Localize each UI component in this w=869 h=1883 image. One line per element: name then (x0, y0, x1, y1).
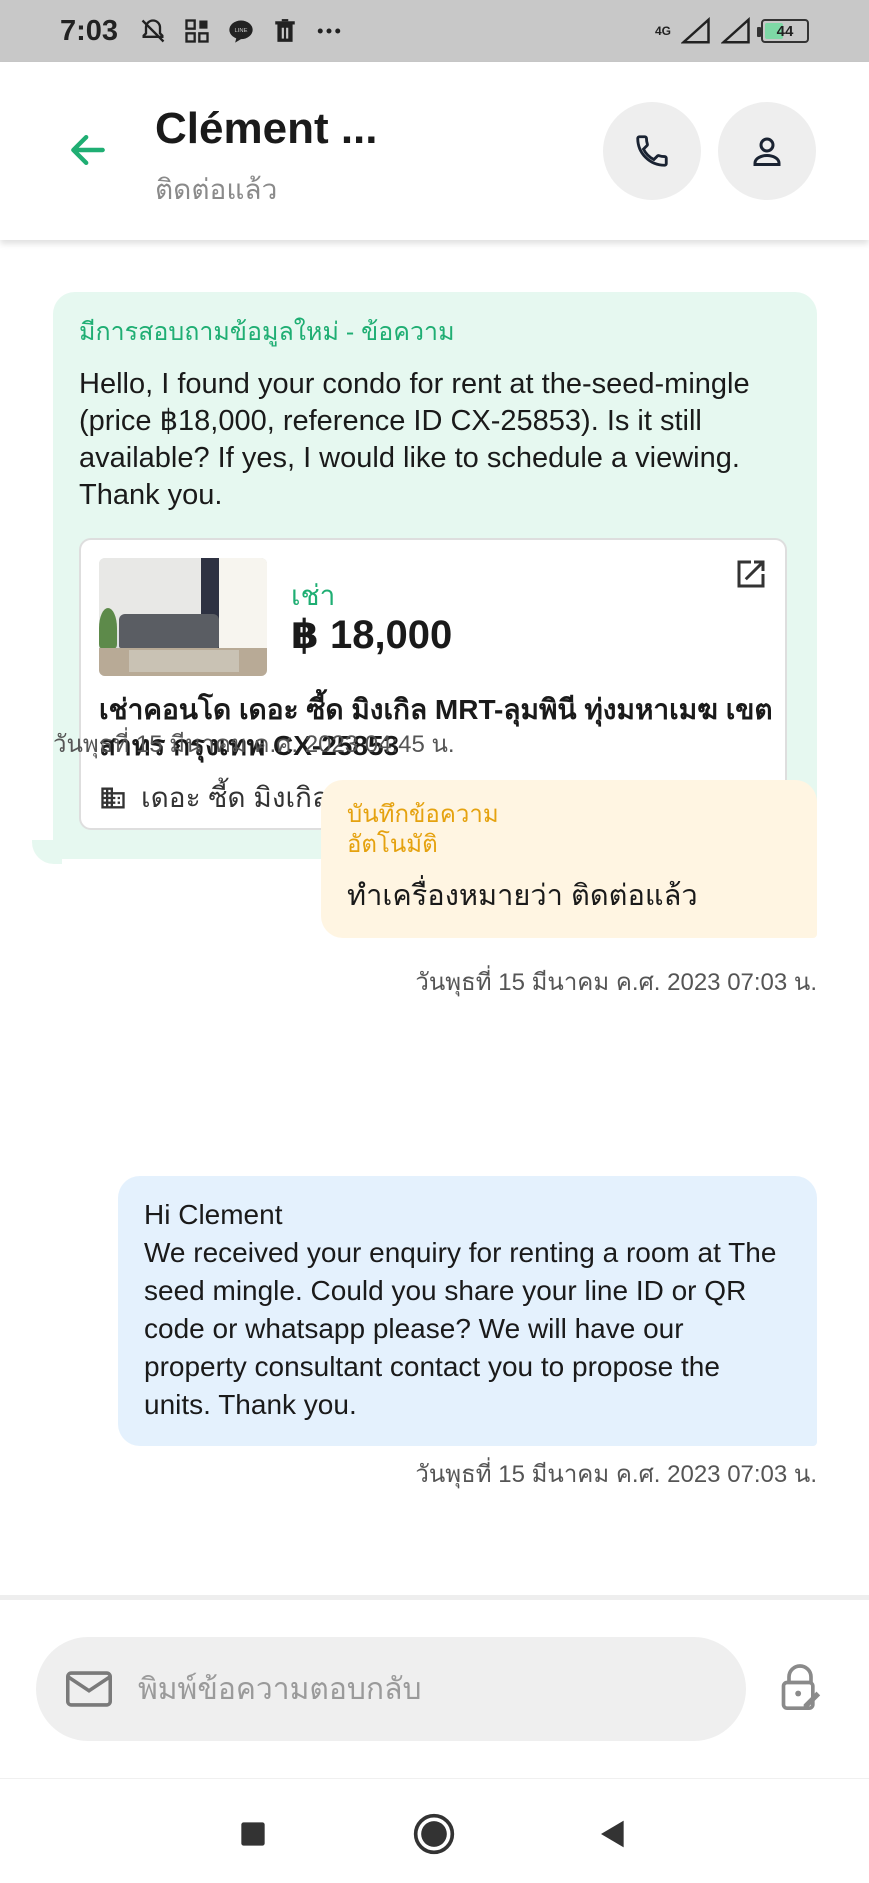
network-label: 4G (655, 24, 672, 38)
building-icon (101, 787, 125, 809)
status-bar: 7:03 LINE 4G 44 (0, 0, 869, 62)
listing-building-name: เดอะ ซี้ด มิงเกิล (141, 782, 330, 813)
reply-message: Hi Clement We received your enquiry for … (118, 1176, 817, 1446)
external-link-icon (737, 560, 765, 588)
circle-icon (413, 1813, 455, 1855)
battery-level: 44 (776, 22, 794, 40)
open-listing-button[interactable] (731, 554, 771, 594)
inquiry-label: มีการสอบถามข้อมูลใหม่ - ข้อความ (79, 318, 455, 346)
listing-photo (99, 558, 267, 676)
auto-note-text: ทำเครื่องหมายว่า ติดต่อแล้ว (347, 880, 698, 912)
more-icon (314, 16, 344, 46)
signal-icon (681, 16, 711, 46)
reply-text: Hi Clement We received your enquiry for … (144, 1199, 777, 1420)
back-button[interactable] (60, 122, 116, 178)
conversation-header: Clément ... ติดต่อแล้ว (0, 62, 869, 240)
square-icon (241, 1822, 265, 1846)
triangle-back-icon (601, 1820, 624, 1848)
reply-composer: พิมพ์ข้อความตอบกลับ (0, 1595, 869, 1778)
svg-text:LINE: LINE (235, 28, 248, 34)
battery-icon: 44 (757, 19, 809, 43)
profile-button[interactable] (718, 102, 816, 200)
message-timestamp: วันพุธที่ 15 มีนาคม ค.ศ. 2023 04:45 น. (53, 731, 455, 758)
status-right: 4G 44 (655, 16, 809, 46)
bell-off-icon (138, 16, 168, 46)
signal-icon (721, 16, 751, 46)
envelope-icon (64, 1669, 114, 1709)
lock-edit-icon (781, 1664, 821, 1711)
line-app-icon: LINE (226, 16, 256, 46)
contact-status: ติดต่อแล้ว (155, 174, 278, 205)
call-button[interactable] (603, 102, 701, 200)
reply-input[interactable]: พิมพ์ข้อความตอบกลับ (36, 1637, 746, 1741)
inquiry-text: Hello, I found your condo for rent at th… (79, 368, 750, 511)
system-nav-bar (0, 1778, 869, 1883)
grid-icon (182, 16, 212, 46)
home-button[interactable] (409, 1809, 459, 1859)
phone-icon (636, 135, 668, 167)
trash-icon (270, 16, 300, 46)
message-list[interactable]: มีการสอบถามข้อมูลใหม่ - ข้อความ Hello, I… (0, 240, 869, 1595)
arrow-left-icon (71, 134, 105, 166)
listing-building: เดอะ ซี้ด มิงเกิล (99, 776, 329, 820)
status-left: 7:03 LINE (60, 15, 344, 48)
person-icon (753, 137, 781, 166)
inquiry-message: มีการสอบถามข้อมูลใหม่ - ข้อความ Hello, I… (53, 292, 817, 859)
contact-name: Clément ... (155, 104, 378, 153)
auto-note-message: บันทึกข้อความอัตโนมัติ ทำเครื่องหมายว่า … (321, 780, 817, 938)
message-timestamp: วันพุธที่ 15 มีนาคม ค.ศ. 2023 07:03 น. (415, 969, 817, 996)
listing-price: ฿ 18,000 (291, 613, 453, 657)
nav-back-button[interactable] (588, 1809, 638, 1859)
status-time: 7:03 (60, 14, 119, 47)
auto-note-label: บันทึกข้อความอัตโนมัติ (347, 801, 499, 858)
reply-placeholder: พิมพ์ข้อความตอบกลับ (138, 1672, 422, 1706)
recent-apps-button[interactable] (228, 1809, 278, 1859)
message-timestamp: วันพุธที่ 15 มีนาคม ค.ศ. 2023 07:03 น. (415, 1461, 817, 1488)
lock-edit-button[interactable] (772, 1658, 828, 1718)
